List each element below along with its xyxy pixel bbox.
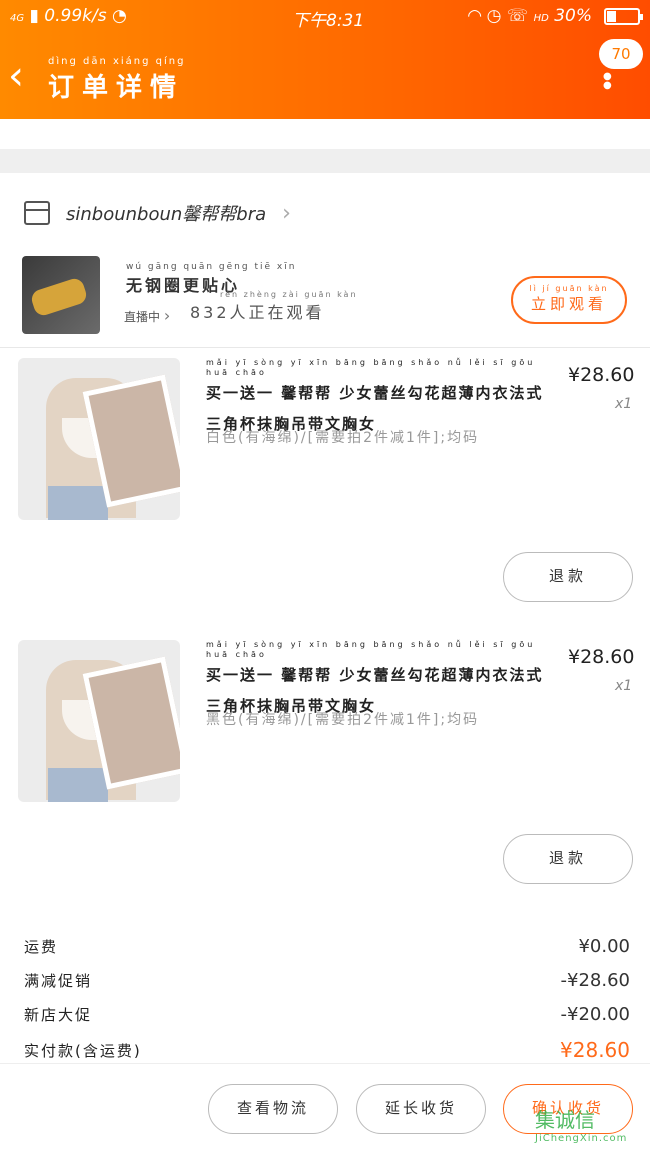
paid-value: ¥28.60 <box>560 1038 630 1062</box>
page-title: 订单详情 <box>48 73 185 103</box>
battery-icon <box>604 8 643 25</box>
watermark-logo: 集诚信 JiChengXin.com <box>535 1104 627 1144</box>
time-text: 下午8:31 <box>292 11 365 31</box>
network-speed: 4G ▮ 0.99k/s ◔ <box>10 6 127 26</box>
live-title-pinyin: wú gāng quān gēng tiē xīn <box>126 262 297 272</box>
signal-icon: ▮ <box>29 6 39 26</box>
refund-button[interactable]: 退款 <box>503 834 633 884</box>
alarm-icon: ◷ <box>486 6 502 26</box>
live-thumbnail[interactable] <box>22 256 100 334</box>
discount-value: -¥28.60 <box>560 970 630 991</box>
store-row[interactable]: sinbounboun馨帮帮bra › <box>24 193 291 233</box>
product-qty: x1 <box>615 678 633 694</box>
watch-pinyin: lì jí guān kàn <box>529 284 609 293</box>
product-image[interactable] <box>18 640 180 802</box>
live-viewers: 832人正在观看 <box>190 303 325 322</box>
product-name-pinyin: mǎi yī sòng yī xīn bāng bāng shǎo nǚ lěi… <box>206 640 536 659</box>
product-spec: 黑色(有海绵)/[需要拍2件减1件];均码 <box>206 712 480 728</box>
watch-now-button[interactable]: lì jí guān kàn 立即观看 <box>511 276 627 324</box>
section-divider <box>0 149 650 173</box>
spacer <box>0 119 650 149</box>
headphone-icon: ◠ <box>468 6 482 26</box>
chevron-right-icon: › <box>163 306 171 325</box>
refund-button[interactable]: 退款 <box>503 552 633 602</box>
chevron-right-icon: › <box>282 200 291 226</box>
product-spec: 白色(有海绵)/[需要拍2件减1件];均码 <box>206 430 480 446</box>
view-logistics-button[interactable]: 查看物流 <box>208 1084 338 1134</box>
call-hd-icon: ☏ <box>506 6 529 26</box>
extend-receipt-button[interactable]: 延长收货 <box>356 1084 486 1134</box>
status-time: 下午8:31 <box>292 6 364 31</box>
product-name-pinyin: mǎi yī sòng yī xīn bāng bāng shǎo nǚ lěi… <box>206 358 536 377</box>
product-qty: x1 <box>615 396 633 412</box>
more-menu-icon[interactable]: ● ● <box>603 72 612 91</box>
extend-label: 延长收货 <box>384 1099 457 1117</box>
product-image[interactable] <box>18 358 180 520</box>
newstore-label: 新店大促 <box>24 1006 93 1024</box>
product-price: ¥28.60 <box>568 646 635 668</box>
status-bar: 4G ▮ 0.99k/s ◔ 下午8:31 ◠ ◷ ☏ HD 30% <box>0 0 650 32</box>
store-icon <box>24 201 50 225</box>
discount-label: 满减促销 <box>24 972 93 990</box>
refund-label: 退款 <box>548 849 587 867</box>
wifi-icon: ◔ <box>111 6 127 26</box>
shipping-label: 运费 <box>24 938 59 956</box>
header-bar: 4G ▮ 0.99k/s ◔ 下午8:31 ◠ ◷ ☏ HD 30% ‹ dìn… <box>0 0 650 119</box>
logistics-label: 查看物流 <box>236 1099 309 1117</box>
speed-text: 0.99k/s <box>44 6 107 26</box>
divider <box>0 347 650 348</box>
page-title-wrap: dìng dān xiáng qíng 订单详情 <box>48 56 185 104</box>
watch-label: 立即观看 <box>530 295 607 313</box>
watermark-site: JiChengXin.com <box>535 1133 628 1144</box>
viewers-pinyin: rén zhèng zài guān kàn <box>220 290 358 299</box>
live-viewers-wrap: rén zhèng zài guān kàn 832人正在观看 <box>190 290 358 323</box>
shipping-value: ¥0.00 <box>578 936 630 957</box>
title-pinyin: dìng dān xiáng qíng <box>48 56 186 67</box>
paid-label: 实付款(含运费) <box>24 1042 142 1060</box>
status-right: ◠ ◷ ☏ HD 30% <box>468 6 592 26</box>
battery-percent: 30% <box>554 6 592 26</box>
refund-label: 退款 <box>548 567 587 585</box>
network-type: 4G <box>10 13 25 24</box>
back-icon[interactable]: ‹ <box>8 56 42 96</box>
live-status-label: 直播中 <box>124 310 161 324</box>
store-name: sinbounboun馨帮帮bra <box>66 204 267 225</box>
message-badge[interactable]: 70 <box>599 39 643 69</box>
product-price: ¥28.60 <box>568 364 635 386</box>
newstore-value: -¥20.00 <box>560 1004 630 1025</box>
hd-label: HD <box>533 13 549 24</box>
live-status[interactable]: 直播中 › <box>124 306 170 325</box>
watermark-text: 集诚信 <box>535 1108 595 1132</box>
